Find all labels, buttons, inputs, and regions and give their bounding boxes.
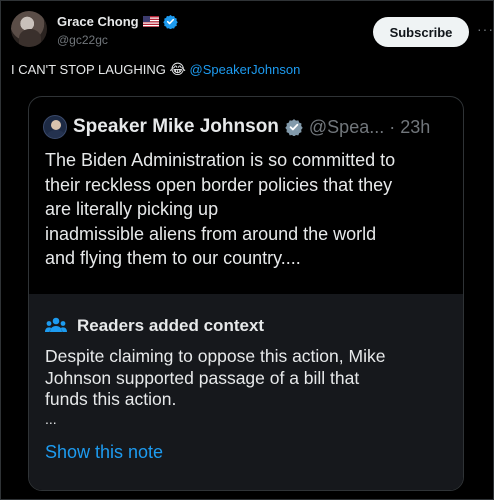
laughing-emoji: 😂 bbox=[169, 61, 186, 77]
quoted-post-header: Speaker Mike Johnson @Spea... · 23h bbox=[43, 113, 430, 141]
quoted-author-name[interactable]: Speaker Mike Johnson bbox=[73, 116, 279, 138]
community-note-body: Despite claiming to oppose this action, … bbox=[45, 346, 451, 411]
community-note: Readers added context Despite claiming t… bbox=[29, 294, 463, 490]
community-note-header: Readers added context bbox=[45, 316, 264, 336]
quoted-line: and flying them to our country.... bbox=[45, 248, 301, 269]
author-avatar[interactable] bbox=[11, 11, 47, 47]
quoted-line: their reckless open border policies that… bbox=[45, 174, 393, 195]
more-options-icon[interactable]: ··· bbox=[477, 21, 494, 37]
post-text: I CAN'T STOP LAUGHING 😂 @SpeakerJohnson bbox=[11, 61, 300, 78]
mention-link[interactable]: @SpeakerJohnson bbox=[190, 62, 301, 77]
post-header: Grace Chong @gc22gc Subscribe ··· bbox=[11, 11, 493, 51]
post-card: Grace Chong @gc22gc Subscribe ··· I CAN'… bbox=[0, 0, 494, 500]
verified-badge-icon bbox=[162, 14, 178, 29]
quoted-line: inadmissible aliens from around the worl… bbox=[45, 223, 377, 244]
quoted-line: are literally picking up bbox=[45, 199, 219, 220]
quoted-handle-time: @Spea... · 23h bbox=[308, 116, 431, 137]
quoted-line: The Biden Administration is so committed… bbox=[45, 150, 396, 170]
quoted-post[interactable]: Speaker Mike Johnson @Spea... · 23h The … bbox=[28, 96, 464, 491]
note-line: Johnson supported passage of a bill that bbox=[45, 367, 360, 388]
government-verified-badge-icon bbox=[285, 119, 303, 136]
show-this-note-link[interactable]: Show this note bbox=[45, 442, 163, 463]
us-flag-icon bbox=[142, 16, 159, 27]
note-line: Despite claiming to oppose this action, … bbox=[45, 346, 386, 366]
quoted-post-body: The Biden Administration is so committed… bbox=[45, 148, 455, 271]
community-note-title: Readers added context bbox=[77, 316, 265, 335]
quoted-author-avatar[interactable] bbox=[43, 115, 67, 139]
note-ellipsis: ... bbox=[45, 411, 57, 427]
note-line: funds this action. bbox=[45, 389, 177, 409]
author-handle[interactable]: @gc22gc bbox=[57, 33, 108, 47]
post-text-content: I CAN'T STOP LAUGHING bbox=[11, 62, 166, 77]
subscribe-button[interactable]: Subscribe bbox=[373, 17, 469, 47]
author-name-row: Grace Chong bbox=[57, 14, 178, 29]
author-display-name[interactable]: Grace Chong bbox=[57, 14, 139, 29]
people-icon bbox=[45, 317, 67, 332]
